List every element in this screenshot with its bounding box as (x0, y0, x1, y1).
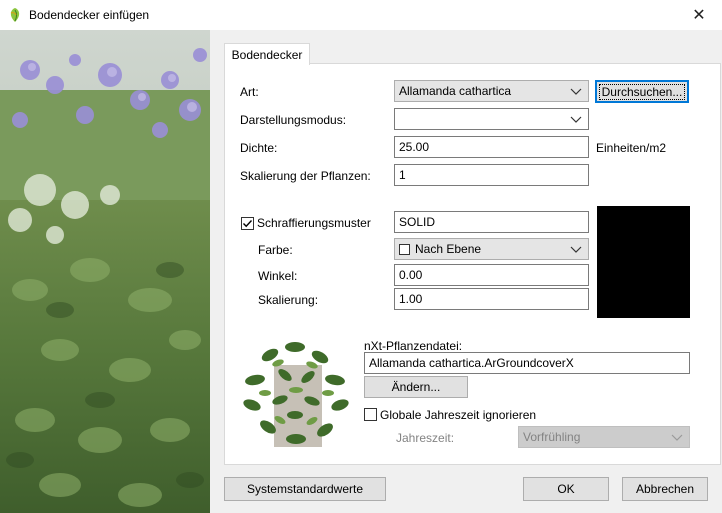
farbe-value: Nach Ebene (415, 242, 482, 256)
dichte-unit: Einheiten/m2 (596, 141, 667, 155)
nxt-file-input[interactable]: Allamanda cathartica.ArGroundcoverX (364, 352, 690, 374)
jahreszeit-value: Vorfrühling (523, 430, 581, 444)
close-button[interactable]: ✕ (676, 0, 722, 30)
skalierung-input[interactable]: 1.00 (394, 288, 589, 310)
dichte-label: Dichte: (240, 141, 278, 155)
season-checkbox[interactable] (364, 408, 377, 421)
system-defaults-label: Systemstandardwerte (246, 482, 364, 496)
darstellungsmodus-dropdown[interactable] (394, 108, 589, 130)
hatch-checkbox[interactable] (241, 217, 254, 230)
darstellungsmodus-label: Darstellungsmodus: (240, 113, 347, 127)
chevron-down-icon (671, 434, 683, 441)
nxt-label: nXt-Pflanzendatei: (364, 339, 463, 353)
browse-button-label: Durchsuchen... (598, 83, 686, 100)
jahreszeit-dropdown[interactable]: Vorfrühling (518, 426, 690, 448)
art-value: Allamanda cathartica (399, 84, 512, 98)
plant-photo (0, 30, 210, 513)
winkel-input[interactable]: 0.00 (394, 264, 589, 286)
hatch-preview (597, 206, 690, 318)
change-button[interactable]: Ändern... (364, 376, 468, 398)
checkmark-icon (243, 220, 253, 228)
skalierung-label: Skalierung: (258, 293, 319, 307)
pflanzen-skalierung-input[interactable]: 1 (394, 164, 589, 186)
hatch-label: Schraffierungsmuster (257, 216, 371, 230)
ok-label: OK (557, 482, 575, 496)
farbe-dropdown[interactable]: Nach Ebene (394, 238, 589, 260)
system-defaults-button[interactable]: Systemstandardwerte (224, 477, 386, 501)
dichte-input[interactable]: 25.00 (394, 136, 589, 158)
tab-label: Bodendecker (231, 47, 303, 62)
change-button-label: Ändern... (391, 380, 441, 394)
winkel-label: Winkel: (258, 269, 298, 283)
pflanzen-skalierung-label: Skalierung der Pflanzen: (240, 169, 371, 183)
title-bar: Bodendecker einfügen ✕ (0, 0, 722, 30)
plant-thumbnail (240, 335, 352, 447)
art-dropdown[interactable]: Allamanda cathartica (394, 80, 589, 102)
jahreszeit-label: Jahreszeit: (396, 431, 455, 445)
app-leaf-icon (10, 8, 20, 22)
season-checkbox-label: Globale Jahreszeit ignorieren (380, 408, 537, 422)
farbe-label: Farbe: (258, 243, 293, 257)
chevron-down-icon (570, 246, 582, 253)
browse-button[interactable]: Durchsuchen... (595, 80, 689, 103)
chevron-down-icon (570, 88, 582, 95)
window-title: Bodendecker einfügen (29, 8, 150, 22)
tab-bodendecker[interactable]: Bodendecker (224, 43, 310, 65)
ok-button[interactable]: OK (523, 477, 609, 501)
color-swatch (399, 244, 410, 255)
hatch-pattern-input[interactable]: SOLID (394, 211, 589, 233)
close-icon: ✕ (692, 7, 706, 24)
cancel-label: Abbrechen (635, 482, 695, 496)
cancel-button[interactable]: Abbrechen (622, 477, 708, 501)
art-label: Art: (240, 85, 259, 99)
chevron-down-icon (570, 116, 582, 123)
